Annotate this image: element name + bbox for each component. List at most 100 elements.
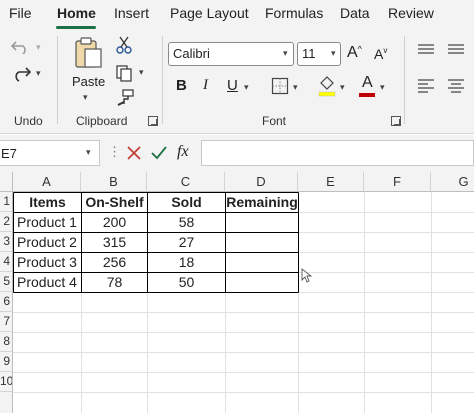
undo-dropdown-icon[interactable]: ▾ xyxy=(36,42,41,53)
insert-function-button[interactable]: fx xyxy=(177,143,189,161)
column-header-a[interactable]: A xyxy=(13,172,81,192)
align-left-icon[interactable] xyxy=(417,79,435,93)
font-launcher-icon[interactable] xyxy=(391,116,401,126)
paste-dropdown-icon[interactable]: ▾ xyxy=(83,92,88,103)
row-header-8[interactable]: 8 xyxy=(0,332,13,352)
table-cell-sold[interactable]: 58 xyxy=(148,213,225,232)
grow-font-button[interactable]: A^ xyxy=(347,44,362,62)
font-name-value: Calibri xyxy=(173,46,210,61)
table-cell-on-shelf[interactable]: 315 xyxy=(82,233,147,252)
header-cell-remaining[interactable]: Remaining xyxy=(226,193,298,212)
paste-label[interactable]: Paste xyxy=(72,74,105,89)
fill-color-icon[interactable] xyxy=(317,75,337,97)
menu-formulas[interactable]: Formulas xyxy=(265,5,323,21)
font-color-letter: A xyxy=(362,74,373,91)
cancel-icon[interactable] xyxy=(126,145,142,161)
table-cell-on-shelf[interactable]: 78 xyxy=(82,273,147,292)
row-header-2[interactable]: 2 xyxy=(0,212,13,232)
font-name-dropdown-icon[interactable]: ▾ xyxy=(283,48,288,59)
borders-dropdown-icon[interactable]: ▾ xyxy=(293,82,298,93)
more-options-icon[interactable]: ⋮ xyxy=(108,144,121,160)
column-header-b[interactable]: B xyxy=(81,172,147,192)
row-header-10[interactable]: 10 xyxy=(0,372,13,392)
worksheet-grid[interactable]: A B C D E F G 1 2 3 4 5 6 7 8 9 10 Items… xyxy=(0,172,474,413)
gridline xyxy=(13,332,474,333)
undo-icon[interactable] xyxy=(10,38,32,54)
header-cell-items[interactable]: Items xyxy=(14,193,81,212)
underline-dropdown-icon[interactable]: ▾ xyxy=(244,82,249,93)
formula-input[interactable] xyxy=(201,140,474,166)
font-size-value: 11 xyxy=(302,46,316,61)
gridline xyxy=(13,352,474,353)
table-cell-item[interactable]: Product 2 xyxy=(17,233,81,252)
column-header-f[interactable]: F xyxy=(364,172,431,192)
redo-dropdown-icon[interactable]: ▾ xyxy=(36,68,41,79)
column-header-e[interactable]: E xyxy=(298,172,364,192)
middle-align-icon[interactable] xyxy=(447,44,465,56)
font-size-dropdown-icon[interactable]: ▾ xyxy=(331,48,336,59)
top-align-icon[interactable] xyxy=(417,44,435,56)
header-cell-sold[interactable]: Sold xyxy=(148,193,225,212)
column-header-g[interactable]: G xyxy=(431,172,474,192)
gridline xyxy=(431,192,432,413)
shrink-font-button[interactable]: Av xyxy=(374,46,387,62)
font-name-select[interactable]: Calibri xyxy=(168,42,294,66)
align-center-icon[interactable] xyxy=(447,79,465,93)
header-cell-on-shelf[interactable]: On-Shelf xyxy=(82,193,147,212)
menu-data[interactable]: Data xyxy=(340,5,370,21)
column-header-d[interactable]: D xyxy=(225,172,298,192)
formula-bar: E7 ▾ ⋮ fx xyxy=(0,135,474,172)
fill-color-dropdown-icon[interactable]: ▾ xyxy=(340,82,345,93)
italic-button[interactable]: I xyxy=(203,77,208,94)
row-header-7[interactable]: 7 xyxy=(0,312,13,332)
row-header-9[interactable]: 9 xyxy=(0,352,13,372)
table-cell-sold[interactable]: 18 xyxy=(148,253,225,272)
row-header-6[interactable]: 6 xyxy=(0,292,13,312)
borders-icon[interactable] xyxy=(271,77,289,95)
redo-icon[interactable] xyxy=(10,64,32,82)
table-cell-on-shelf[interactable]: 200 xyxy=(82,213,147,232)
clipboard-launcher-icon[interactable] xyxy=(148,116,158,126)
table-cell-sold[interactable]: 50 xyxy=(148,273,225,292)
mouse-cursor-icon xyxy=(301,268,313,283)
select-all-corner[interactable] xyxy=(0,172,13,192)
format-painter-icon[interactable] xyxy=(115,88,135,106)
shrink-font-letter: A xyxy=(374,46,384,62)
menu-file[interactable]: File xyxy=(9,5,32,21)
row-header-5[interactable]: 5 xyxy=(0,272,13,292)
table-cell-item[interactable]: Product 3 xyxy=(17,253,81,272)
group-label-font: Font xyxy=(262,114,287,128)
bold-button[interactable]: B xyxy=(176,77,187,94)
gridline xyxy=(13,372,474,373)
menu-page-layout[interactable]: Page Layout xyxy=(170,5,249,21)
ribbon-separator xyxy=(57,36,58,124)
row-header-3[interactable]: 3 xyxy=(0,232,13,252)
name-box[interactable]: E7 xyxy=(0,140,100,166)
row-header-4[interactable]: 4 xyxy=(0,252,13,272)
font-color-swatch xyxy=(359,93,375,97)
row-header-1[interactable]: 1 xyxy=(0,192,13,212)
copy-icon[interactable] xyxy=(115,64,135,82)
group-label-clipboard: Clipboard xyxy=(76,114,128,128)
font-color-button[interactable]: A xyxy=(362,74,373,92)
copy-dropdown-icon[interactable]: ▾ xyxy=(139,67,144,78)
font-color-dropdown-icon[interactable]: ▾ xyxy=(380,82,385,93)
table-cell-sold[interactable]: 27 xyxy=(148,233,225,252)
menu-insert[interactable]: Insert xyxy=(114,5,149,21)
menu-review[interactable]: Review xyxy=(388,5,434,21)
column-header-c[interactable]: C xyxy=(147,172,225,192)
table-cell-item[interactable]: Product 1 xyxy=(17,213,81,232)
cut-icon[interactable] xyxy=(116,36,132,54)
underline-button[interactable]: U xyxy=(227,77,238,94)
row-header-11[interactable] xyxy=(0,392,13,413)
table-cell-on-shelf[interactable]: 256 xyxy=(82,253,147,272)
shrink-arrow-icon: v xyxy=(383,46,388,55)
name-box-dropdown-icon[interactable]: ▾ xyxy=(86,147,91,158)
menu-bar: File Home Insert Page Layout Formulas Da… xyxy=(0,0,474,30)
gridline xyxy=(13,392,474,393)
grow-arrow-icon: ^ xyxy=(357,44,362,54)
enter-check-icon[interactable] xyxy=(150,145,168,161)
table-cell-item[interactable]: Product 4 xyxy=(17,273,81,292)
paste-icon[interactable] xyxy=(73,36,103,70)
menu-home[interactable]: Home xyxy=(57,5,96,21)
